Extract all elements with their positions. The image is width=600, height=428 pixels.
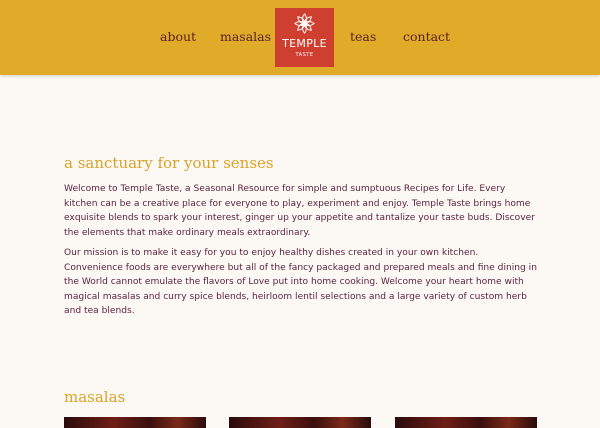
nav-link-teas[interactable]: teas [350,29,376,44]
intro-paragraph-2: Our mission is to make it easy for you t… [64,248,537,317]
nav-link-about[interactable]: about [160,29,196,44]
site-header: about masalas TEMPLE TASTE teas contact [0,0,600,75]
masala-product-image[interactable] [229,417,371,428]
nav-link-contact[interactable]: contact [403,29,450,44]
mandala-icon [294,13,315,34]
intro-heading: a sanctuary for your senses [64,154,274,172]
masala-product-image[interactable] [395,417,537,428]
intro-paragraph-1: Welcome to Temple Taste, a Seasonal Reso… [64,184,535,238]
nav-link-masalas[interactable]: masalas [220,29,271,44]
masala-product-image[interactable] [64,417,206,428]
masalas-heading: masalas [64,388,126,406]
logo-subtitle: TASTE [295,52,314,58]
temple-taste-logo[interactable]: TEMPLE TASTE [275,8,334,67]
logo-title: TEMPLE [282,37,327,50]
